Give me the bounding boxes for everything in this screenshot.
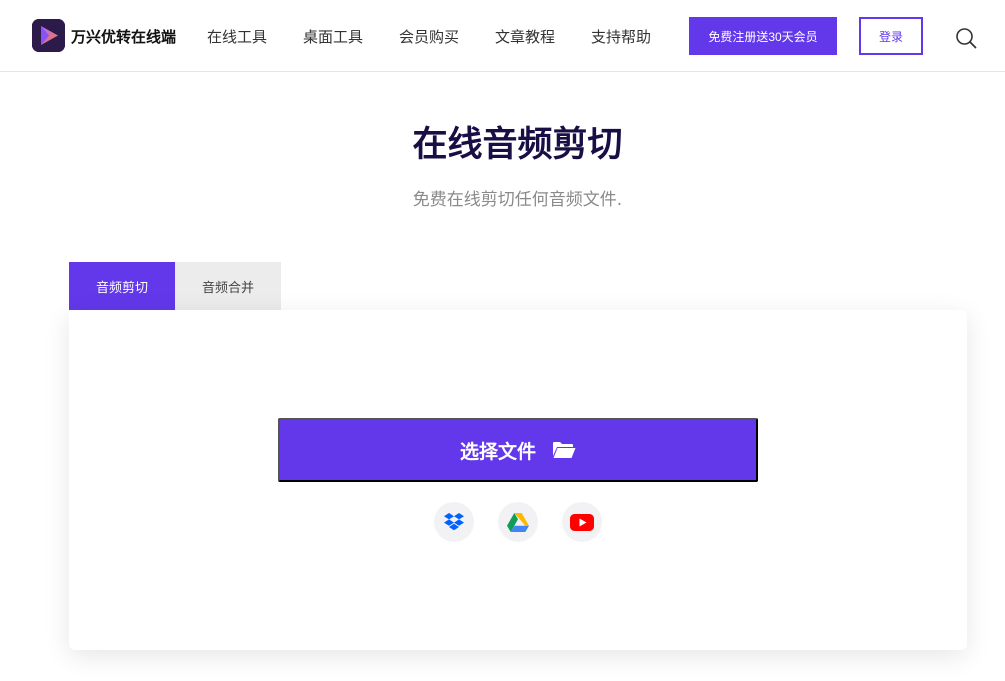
- brand-name[interactable]: 万兴优转在线端: [71, 26, 176, 48]
- tab-audio-merge[interactable]: 音频合并: [175, 262, 281, 310]
- page-subtitle: 免费在线剪切任何音频文件.: [412, 190, 623, 210]
- select-file-label: 选择文件: [459, 441, 536, 463]
- select-file-button[interactable]: 选择文件: [278, 418, 758, 482]
- search-icon[interactable]: [955, 27, 977, 49]
- login-button[interactable]: 登录: [859, 17, 923, 55]
- nav-membership[interactable]: 会员购买: [399, 26, 459, 48]
- folder-open-icon: [553, 442, 576, 458]
- nav-tutorials[interactable]: 文章教程: [495, 26, 555, 48]
- upload-panel: 选择文件: [69, 310, 967, 650]
- nav-support[interactable]: 支持帮助: [591, 26, 651, 48]
- dropbox-icon[interactable]: [434, 502, 474, 542]
- google-drive-icon[interactable]: [498, 502, 538, 542]
- register-button[interactable]: 免费注册送30天会员: [689, 17, 837, 55]
- nav-online-tools[interactable]: 在线工具: [207, 26, 267, 48]
- nav-desktop-tools[interactable]: 桌面工具: [303, 26, 363, 48]
- brand-logo-icon[interactable]: [32, 19, 65, 52]
- youtube-icon[interactable]: [562, 502, 602, 542]
- tab-audio-cut[interactable]: 音频剪切: [69, 262, 175, 310]
- top-header: 万兴优转在线端 在线工具 桌面工具 会员购买 文章教程 支持帮助 免费注册送30…: [0, 0, 1005, 72]
- page-title: 在线音频剪切: [412, 125, 623, 165]
